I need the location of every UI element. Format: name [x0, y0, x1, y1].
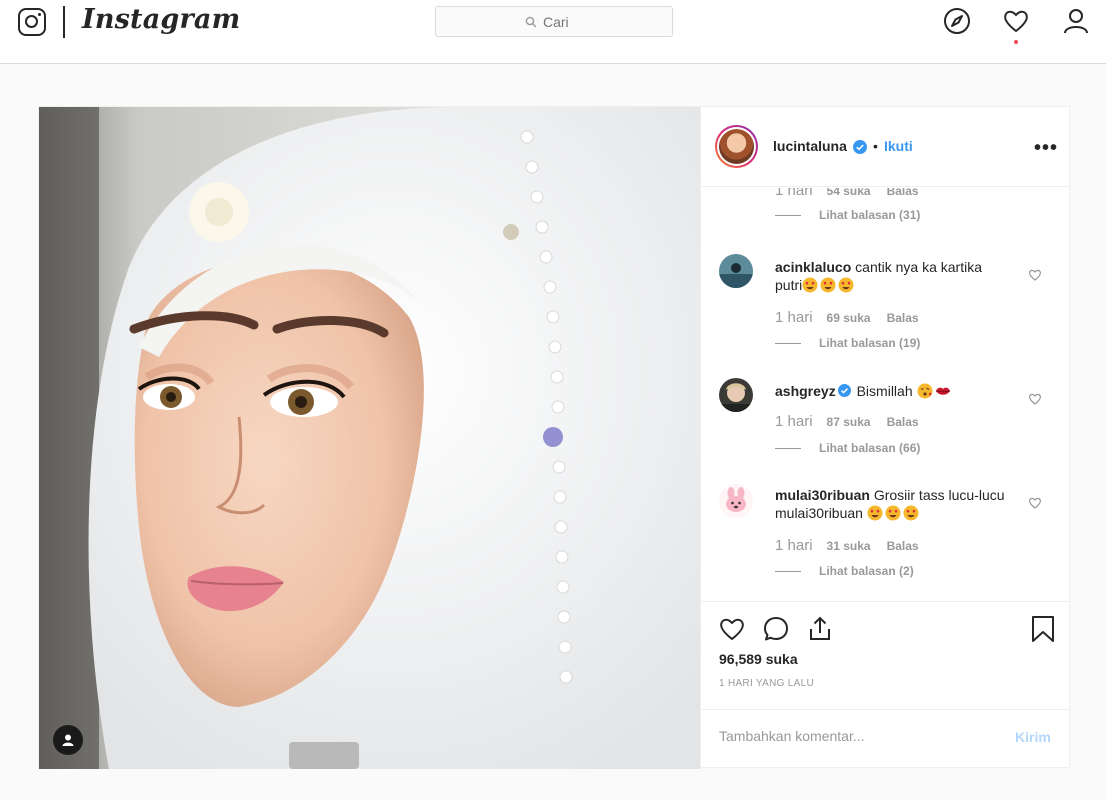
- follow-separator: •: [873, 138, 878, 154]
- heart-icon[interactable]: [1002, 7, 1030, 35]
- follow-button[interactable]: Ikuti: [884, 138, 913, 154]
- instagram-wordmark[interactable]: Instagram: [82, 4, 240, 35]
- commenter-username[interactable]: acinklaluco: [775, 259, 851, 275]
- comment-time: 1 hari: [775, 413, 813, 430]
- comment-text: acinklaluco cantik nya ka kartika putri: [775, 258, 1005, 294]
- profile-icon[interactable]: [1062, 7, 1090, 35]
- add-comment-input[interactable]: [719, 728, 999, 750]
- view-replies-button[interactable]: Lihat balasan (2): [775, 564, 914, 578]
- post-photo[interactable]: [39, 107, 700, 769]
- reply-button[interactable]: Balas: [887, 188, 919, 198]
- brand-divider: [63, 6, 65, 38]
- comment-text: mulai30ribuan Grosiir tass lucu-lucu mul…: [775, 486, 1005, 522]
- post-timestamp: 1 HARI YANG LALU: [719, 678, 815, 689]
- search-input[interactable]: [543, 13, 583, 30]
- comment-meta: 1 hari 54 suka Balas: [775, 188, 919, 199]
- comment-body: Bismillah: [856, 383, 913, 399]
- reply-button[interactable]: Balas: [887, 311, 919, 325]
- post-card: lucintaluna • Ikuti ••• 1 hari 54 suka Bal…: [38, 106, 1071, 769]
- comment-meta: 1 hari 87 suka Balas: [775, 413, 919, 430]
- kiss-lips-emoji-group: [917, 383, 953, 399]
- post-actions: 96,589 suka 1 HARI YANG LALU Kirim: [701, 601, 1071, 769]
- more-options-icon[interactable]: •••: [1034, 137, 1058, 160]
- comment-bubble-icon[interactable]: [762, 615, 790, 643]
- verified-badge-icon: [853, 140, 867, 154]
- search-icon: [525, 16, 537, 27]
- comment-text: ashgreyz Bismillah: [775, 382, 1005, 400]
- bookmark-icon[interactable]: [1029, 615, 1057, 643]
- comment-time: 1 hari: [775, 537, 813, 554]
- comment-time: 1 hari: [775, 309, 813, 326]
- verified-badge-icon: [837, 384, 851, 397]
- commenter-avatar[interactable]: [719, 254, 753, 288]
- comment-likes[interactable]: 54 suka: [827, 188, 871, 198]
- view-replies-button[interactable]: Lihat balasan (66): [775, 441, 920, 455]
- comment-likes[interactable]: 69 suka: [827, 311, 871, 325]
- instagram-logo-icon[interactable]: [18, 8, 46, 36]
- top-nav: Instagram: [0, 0, 1106, 64]
- comment-meta: 1 hari 69 suka Balas: [775, 309, 919, 326]
- add-comment-bar: Kirim: [701, 709, 1071, 769]
- share-icon[interactable]: [806, 615, 834, 643]
- post-comment-button[interactable]: Kirim: [1015, 729, 1051, 745]
- view-replies-button[interactable]: Lihat balasan (19): [775, 336, 920, 350]
- commenter-avatar[interactable]: [719, 378, 753, 412]
- post-header: lucintaluna • Ikuti •••: [701, 107, 1071, 187]
- portrait-illustration: [39, 107, 700, 769]
- heart-eyes-emoji-group: [867, 505, 921, 521]
- heart-eyes-emoji-group: [802, 277, 856, 293]
- comment-likes[interactable]: 87 suka: [827, 415, 871, 429]
- comment-meta: 1 hari 31 suka Balas: [775, 537, 919, 554]
- comment-like-heart-icon[interactable]: [1028, 268, 1042, 282]
- author-username[interactable]: lucintaluna: [773, 138, 847, 154]
- commenter-avatar[interactable]: [719, 484, 753, 518]
- reply-button[interactable]: Balas: [887, 539, 919, 553]
- like-heart-icon[interactable]: [718, 615, 746, 643]
- view-replies-button[interactable]: Lihat balasan (31): [775, 208, 920, 222]
- like-count[interactable]: 96,589 suka: [719, 651, 798, 667]
- commenter-username[interactable]: ashgreyz: [775, 383, 836, 399]
- comments-list: 1 hari 54 suka Balas Lihat balasan (31) ac…: [701, 188, 1071, 601]
- notification-dot: [1014, 40, 1018, 44]
- post-sidebar: lucintaluna • Ikuti ••• 1 hari 54 suka Bal…: [700, 107, 1071, 769]
- comment-like-heart-icon[interactable]: [1028, 392, 1042, 406]
- author-avatar[interactable]: [715, 125, 758, 168]
- compass-icon[interactable]: [943, 7, 971, 35]
- comment-time: 1 hari: [775, 188, 813, 199]
- commenter-username[interactable]: mulai30ribuan: [775, 487, 870, 503]
- comment-like-heart-icon[interactable]: [1028, 496, 1042, 510]
- search-box[interactable]: [435, 6, 673, 37]
- user-tag-icon[interactable]: [53, 725, 83, 755]
- comment-likes[interactable]: 31 suka: [827, 539, 871, 553]
- reply-button[interactable]: Balas: [887, 415, 919, 429]
